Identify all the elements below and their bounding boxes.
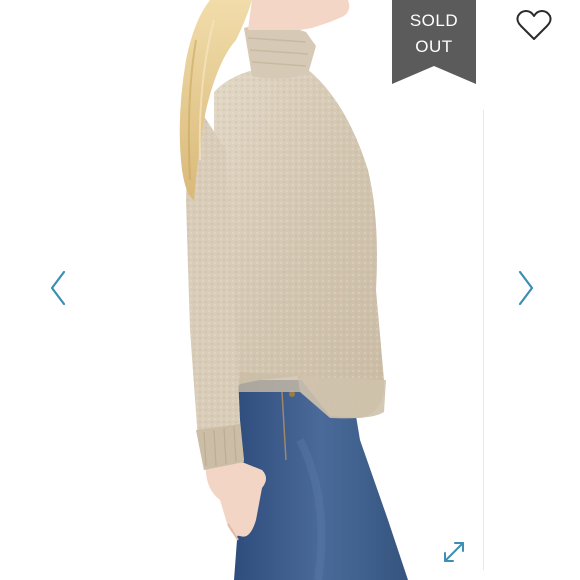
product-photo — [179, 0, 408, 580]
expand-diagonal-icon — [444, 542, 464, 562]
heart-outline-icon — [516, 10, 552, 40]
previous-image-button[interactable] — [44, 266, 74, 310]
sold-out-line-1: SOLD — [409, 11, 459, 30]
expand-image-button[interactable] — [440, 538, 468, 566]
chevron-left-icon — [50, 270, 66, 306]
chevron-right-icon — [518, 270, 534, 306]
next-image-button[interactable] — [510, 266, 540, 310]
like-button[interactable] — [514, 8, 554, 44]
product-image-viewer: SOLD OUT — [0, 0, 580, 580]
face — [248, 0, 350, 30]
sold-out-badge: SOLD OUT — [392, 0, 476, 84]
sold-out-label: SOLD OUT — [392, 8, 476, 60]
sold-out-line-2: OUT — [415, 37, 453, 56]
image-divider — [483, 110, 484, 570]
